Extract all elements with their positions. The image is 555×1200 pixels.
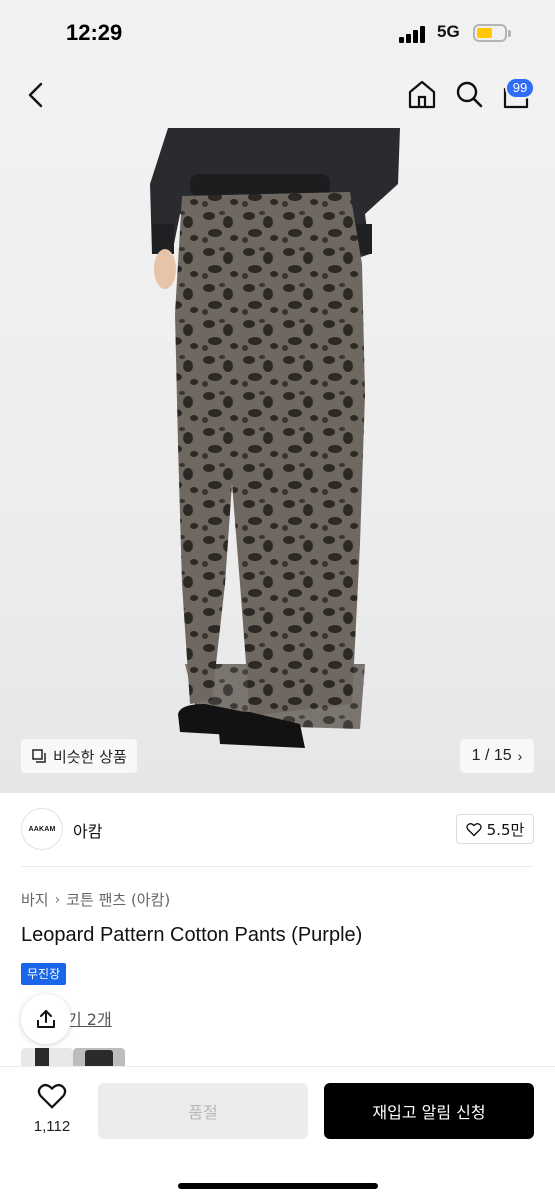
- product-title: Leopard Pattern Cotton Pants (Purple): [21, 924, 363, 946]
- home-icon[interactable]: [406, 78, 438, 110]
- gallery-page-indicator[interactable]: 1 / 15 ›: [460, 739, 534, 773]
- brand-name[interactable]: 아캄: [73, 818, 102, 842]
- review-link[interactable]: 기 2개: [67, 1006, 112, 1030]
- status-time: 12:29: [66, 20, 123, 45]
- share-icon: [37, 1010, 55, 1028]
- divider: [21, 866, 534, 867]
- battery-icon: [473, 24, 507, 42]
- breadcrumb-subcategory[interactable]: 코튼 팬츠 (아캄): [66, 889, 170, 910]
- heart-outline-icon: [37, 1083, 67, 1109]
- network-type: 5G: [437, 22, 460, 41]
- restock-alert-button[interactable]: 재입고 알림 신청: [324, 1083, 534, 1139]
- status-bar: 12:29 5G: [0, 0, 555, 64]
- page-indicator-label: 1 / 15: [471, 747, 512, 764]
- chevron-right-icon: ›: [54, 891, 61, 908]
- copy-icon: [32, 749, 46, 763]
- home-indicator: [178, 1183, 378, 1189]
- similar-products-button[interactable]: 비슷한 상품: [21, 739, 137, 773]
- similar-products-label: 비슷한 상품: [53, 747, 127, 766]
- share-button[interactable]: [21, 994, 71, 1044]
- musinsa-badge: 무진장: [21, 963, 67, 985]
- brand-like-count: 5.5만: [486, 820, 525, 839]
- breadcrumb-category[interactable]: 바지: [21, 889, 49, 910]
- product-image-gallery[interactable]: 99 비슷한 상품 1 / 15 ›: [0, 64, 555, 793]
- brand-row[interactable]: AAKAM 아캄 5.5만: [21, 808, 534, 852]
- soldout-button: 품절: [98, 1083, 308, 1139]
- search-icon[interactable]: [453, 78, 485, 110]
- back-arrow-icon[interactable]: [22, 80, 52, 110]
- wishlist-button[interactable]: 1,112: [22, 1082, 82, 1135]
- cart-count-badge: 99: [505, 77, 535, 99]
- brand-like-button[interactable]: 5.5만: [456, 814, 534, 844]
- heart-outline-icon: [466, 822, 482, 836]
- brand-logo[interactable]: AAKAM: [21, 808, 63, 850]
- breadcrumb: 바지 › 코튼 팬츠 (아캄): [21, 889, 170, 910]
- wishlist-count: 1,112: [33, 1118, 71, 1135]
- chevron-right-icon: ›: [517, 748, 523, 764]
- product-photo: [150, 128, 400, 748]
- signal-icon: [399, 25, 429, 43]
